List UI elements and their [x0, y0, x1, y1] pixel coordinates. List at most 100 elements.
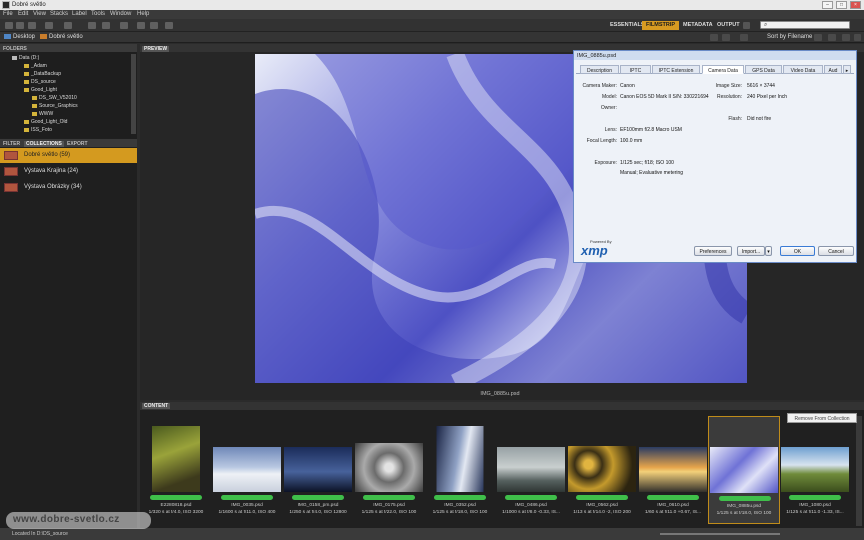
image-size-value: 5616 × 3744 [747, 83, 775, 89]
workspace-metadata[interactable]: METADATA [679, 21, 717, 30]
menu-window[interactable]: Window [110, 11, 131, 17]
view-grid-icon[interactable] [710, 34, 718, 41]
file-info-dialog: IMG_0885u.psd Description IPTC IPTC Exte… [573, 50, 857, 263]
trash-icon[interactable] [854, 34, 861, 41]
metering-value: Manual; Evaluative metering [620, 170, 684, 176]
label-color-bar [719, 496, 771, 501]
thumbnail-item[interactable]: IMG_0885u.psd 1/125 s at f/18.0, ISO 100 [708, 416, 780, 524]
rotate-right-icon[interactable] [150, 22, 158, 29]
breadcrumb-collection[interactable]: Dobré světlo [40, 34, 83, 40]
tab-audio-data[interactable]: Aud [824, 65, 842, 74]
sort-order-icon[interactable] [814, 34, 822, 41]
import-dropdown-icon[interactable]: ▾ [765, 246, 772, 256]
preferences-button[interactable]: Preferences [694, 246, 732, 256]
watermark: www.dobre-svetlo.cz [6, 512, 151, 529]
back-icon[interactable] [5, 22, 13, 29]
thumbnail-exposure: 1/125 s at f/18.0, ISO 100 [716, 511, 772, 516]
tab-filter[interactable]: FILTER [3, 141, 20, 147]
tree-item[interactable]: Data (D:) [12, 55, 39, 61]
thumbnail-item[interactable]: IMG_0562.psd 1/13 s at f/14.0 -2, ISO 200 [566, 416, 638, 524]
tree-scrollbar[interactable] [131, 54, 136, 134]
menu-view[interactable]: View [33, 11, 46, 17]
maximize-button[interactable]: □ [836, 1, 847, 9]
workspace-menu-icon[interactable] [743, 22, 750, 29]
tree-item[interactable]: Good_Light [24, 87, 57, 93]
tab-gps-data[interactable]: GPS Data [745, 65, 782, 74]
dialog-title: IMG_0885u.psd [574, 51, 856, 60]
cancel-button[interactable]: Cancel [818, 246, 854, 256]
tree-item[interactable]: _DataBackup [24, 71, 61, 77]
menu-bar: File Edit View Stacks Label Tools Window… [0, 10, 864, 19]
rotate-icon[interactable] [165, 22, 173, 29]
thumbnail-item[interactable]: IMG_0610.psd 1/60 s at f/11.0 +0.67, IS..… [637, 416, 709, 524]
content-panel: CONTENT E2280818.psd 1/320 s at f/4.0, IS… [140, 402, 864, 528]
thumbnail-item[interactable]: IMG_0175.psd 1/125 s at f/22.0, ISO 100 [353, 416, 425, 524]
tab-scroll-right-icon[interactable]: ▸ [843, 65, 851, 74]
menu-label[interactable]: Label [72, 11, 87, 17]
camera-maker-label: Camera Maker: [582, 83, 617, 89]
remove-from-collection-button[interactable]: Remove From Collection [787, 413, 857, 423]
tab-description[interactable]: Description [580, 65, 619, 74]
thumbnail-exposure: 1/125 s at f/22.0, ISO 100 [361, 510, 417, 515]
tree-item[interactable]: DS_SW_V52010 [32, 95, 77, 101]
tab-iptc-extension[interactable]: IPTC Extension [652, 65, 700, 74]
rotate-left-icon[interactable] [137, 22, 145, 29]
menu-file[interactable]: File [3, 11, 13, 17]
close-button[interactable]: × [850, 1, 861, 9]
lens-value: EF100mm f/2.8 Macro USM [620, 127, 682, 133]
menu-stacks[interactable]: Stacks [50, 11, 68, 17]
tree-item[interactable]: Source_Graphics [32, 103, 78, 109]
collection-item[interactable]: Dobré světlo (59) [0, 148, 137, 163]
new-folder-icon[interactable] [828, 34, 836, 41]
tab-collections[interactable]: COLLECTIONS [24, 140, 64, 147]
thumbnail-image [213, 447, 281, 492]
workspace-output[interactable]: OUTPUT [713, 21, 744, 30]
label-color-bar [292, 495, 344, 500]
thumbnail-item[interactable]: IMG_1080.psd 1/125 s at f/11.0 -1.33, IS.… [779, 416, 851, 524]
tree-item[interactable]: _Adam [24, 63, 47, 69]
thumbnail-image [781, 447, 849, 492]
thumbnail-item[interactable]: IMG_0486.psd 1/1000 s at f/8.0 -0.33, IS.… [495, 416, 567, 524]
recent-folder-icon[interactable] [28, 22, 36, 29]
thumbnail-exposure: 1/1000 s at f/8.0 -0.33, IS... [502, 510, 560, 515]
import-button[interactable]: Import... [737, 246, 765, 256]
rating-filter-icon[interactable] [740, 34, 748, 41]
view-list-icon[interactable] [722, 34, 730, 41]
boomerang-icon[interactable] [45, 22, 53, 29]
search-icon: ⌕ [764, 22, 768, 28]
tab-export[interactable]: EXPORT [67, 141, 88, 147]
folders-title: FOLDERS [3, 45, 27, 52]
tree-item[interactable]: ISS_Foto [24, 127, 52, 133]
tree-item[interactable]: Good_Light_Old [24, 119, 67, 125]
forward-icon[interactable] [16, 22, 24, 29]
tab-iptc[interactable]: IPTC [620, 65, 651, 74]
search-input[interactable]: ⌕ [760, 21, 850, 29]
output-icon[interactable] [120, 22, 128, 29]
tab-video-data[interactable]: Video Data [783, 65, 823, 74]
tree-item[interactable]: DS_source [24, 79, 56, 85]
open-in-camera-raw-icon[interactable] [102, 22, 110, 29]
collection-item[interactable]: Výstava Krajina (24) [0, 164, 137, 179]
collection-item[interactable]: Výstava Obrázky (34) [0, 180, 137, 195]
label-color-bar [576, 495, 628, 500]
menu-tools[interactable]: Tools [91, 11, 105, 17]
thumbnail-item[interactable]: IMG_0158_pm.psd 1/250 s at f/4.0, ISO 128… [282, 416, 354, 524]
camera-import-icon[interactable] [64, 22, 72, 29]
sort-dropdown[interactable]: Sort by Filename [767, 34, 812, 40]
thumbnail-size-slider[interactable] [660, 533, 780, 535]
menu-help[interactable]: Help [137, 11, 149, 17]
path-bar: Desktop › Dobré světlo Sort by Filename [0, 32, 864, 43]
delete-icon[interactable] [842, 34, 850, 41]
menu-edit[interactable]: Edit [18, 11, 28, 17]
refine-icon[interactable] [88, 22, 96, 29]
minimize-button[interactable]: – [822, 1, 833, 9]
breadcrumb-desktop[interactable]: Desktop [4, 34, 35, 40]
workspace-filmstrip[interactable]: FILMSTRIP [642, 21, 680, 30]
ok-button[interactable]: OK [780, 246, 815, 256]
thumbnail-item[interactable]: E2280818.psd 1/320 s at f/4.0, ISO 3200 [140, 416, 212, 524]
thumbnail-item[interactable]: IMG_0035.psd 1/1600 s at f/11.0, ISO 400 [211, 416, 283, 524]
thumbnail-item[interactable]: IMG_0352.psd 1/125 s at f/18.0, ISO 100 [424, 416, 496, 524]
content-scrollbar[interactable] [856, 416, 862, 526]
tree-item[interactable]: WWW [32, 111, 53, 117]
tab-camera-data[interactable]: Camera Data [702, 65, 744, 74]
